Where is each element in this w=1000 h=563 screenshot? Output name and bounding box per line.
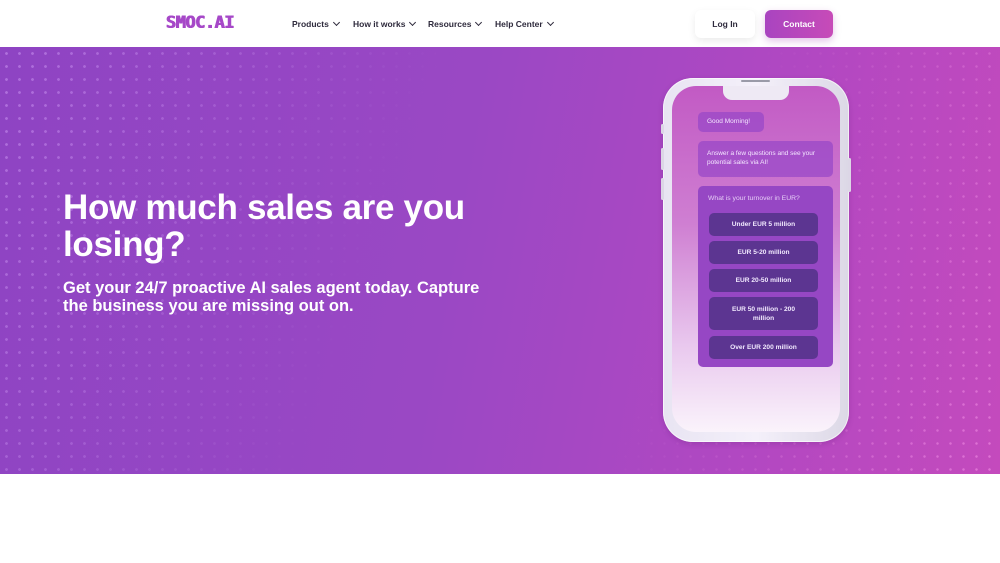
question-card: What is your turnover in EUR? Under EUR … (698, 186, 833, 367)
nav-products[interactable]: Products (292, 18, 340, 29)
option-over-200m[interactable]: Over EUR 200 million (709, 336, 818, 359)
nav-help-center[interactable]: Help Center (495, 18, 554, 29)
login-button[interactable]: Log In (695, 10, 755, 38)
option-under-5m[interactable]: Under EUR 5 million (709, 213, 818, 236)
nav-help-center-label: Help Center (495, 19, 543, 29)
hero-section: How much sales are you losing? Get your … (0, 47, 1000, 474)
phone-notch (723, 86, 789, 100)
nav-how-it-works[interactable]: How it works (353, 18, 417, 29)
chevron-down-icon (409, 18, 417, 27)
option-5-20m[interactable]: EUR 5-20 million (709, 241, 818, 264)
hero-subline: Get your 24/7 proactive AI sales agent t… (63, 279, 480, 315)
top-navigation: SMOC.AI Products How it works Resources … (0, 0, 1000, 47)
question-label: What is your turnover in EUR? (708, 195, 800, 202)
chat-intro-bubble: Answer a few questions and see your pote… (698, 141, 833, 177)
phone-side-button (661, 124, 664, 134)
chevron-down-icon (546, 18, 554, 27)
phone-screen: Good Morning! Answer a few questions and… (672, 86, 840, 432)
hero-headline: How much sales are you losing? (63, 188, 465, 264)
phone-mockup: Good Morning! Answer a few questions and… (661, 78, 851, 442)
option-20-50m[interactable]: EUR 20-50 million (709, 269, 818, 292)
nav-products-label: Products (292, 19, 329, 29)
nav-resources[interactable]: Resources (428, 18, 483, 29)
chat-greeting-bubble: Good Morning! (698, 112, 764, 132)
phone-speaker (741, 80, 770, 82)
chevron-down-icon (332, 18, 340, 27)
phone-side-button (661, 148, 664, 170)
phone-side-button (848, 158, 851, 192)
nav-resources-label: Resources (428, 19, 472, 29)
nav-how-it-works-label: How it works (353, 19, 406, 29)
option-50-200m[interactable]: EUR 50 million - 200 million (709, 297, 818, 330)
phone-side-button (661, 178, 664, 200)
contact-button[interactable]: Contact (765, 10, 833, 38)
chevron-down-icon (475, 18, 483, 27)
logo[interactable]: SMOC.AI (166, 13, 235, 33)
